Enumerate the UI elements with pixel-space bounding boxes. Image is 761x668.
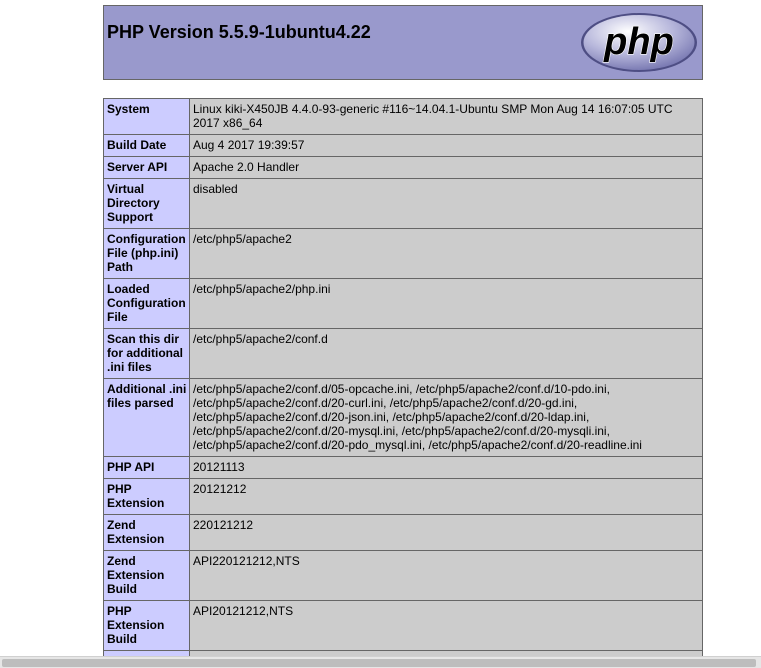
- horizontal-scrollbar[interactable]: [0, 656, 761, 668]
- row-label: PHP Extension: [103, 478, 190, 515]
- table-row: Additional .ini files parsed/etc/php5/ap…: [103, 378, 703, 457]
- table-row: PHP API 20121113: [103, 456, 703, 479]
- table-row: System Linux kiki-X450JB 4.4.0-93-generic…: [103, 98, 703, 135]
- row-label: Virtual Directory Support: [103, 178, 190, 229]
- php-version-header: PHP Version 5.5.9-1ubuntu4.22 php: [103, 5, 703, 80]
- row-value: Aug 4 2017 19:39:57: [189, 134, 703, 157]
- table-row: Server API Apache 2.0 Handler: [103, 156, 703, 179]
- row-label: Server API: [103, 156, 190, 179]
- row-value: 220121212: [189, 514, 703, 551]
- table-row: Zend Extension Build API220121212,NTS: [103, 550, 703, 601]
- page-title: PHP Version 5.5.9-1ubuntu4.22: [107, 22, 371, 42]
- table-row: Virtual Directory Support disabled: [103, 178, 703, 229]
- row-label: Zend Extension: [103, 514, 190, 551]
- row-value: Apache 2.0 Handler: [189, 156, 703, 179]
- table-row: Loaded Configuration File/etc/php5/apach…: [103, 278, 703, 329]
- table-row: Zend Extension 220121212: [103, 514, 703, 551]
- row-label: Scan this dir for additional .ini files: [103, 328, 190, 379]
- row-label: Zend Extension Build: [103, 550, 190, 601]
- row-value: API20121212,NTS: [189, 600, 703, 651]
- row-label: PHP Extension Build: [103, 600, 190, 651]
- table-row: Build Date Aug 4 2017 19:39:57: [103, 134, 703, 157]
- row-label: Configuration File (php.ini) Path: [103, 228, 190, 279]
- php-logo-icon[interactable]: php: [580, 12, 698, 73]
- row-label: Build Date: [103, 134, 190, 157]
- table-row: PHP Extension Build API20121212,NTS: [103, 600, 703, 651]
- page-viewport: PHP Version 5.5.9-1ubuntu4.22 php System…: [0, 0, 761, 668]
- php-logo-text: php: [603, 21, 674, 63]
- row-value: /etc/php5/apache2/conf.d/05-opcache.ini,…: [189, 378, 703, 457]
- scrollbar-thumb[interactable]: [2, 659, 756, 667]
- row-value: disabled: [189, 178, 703, 229]
- info-table: System Linux kiki-X450JB 4.4.0-93-generic…: [103, 98, 703, 668]
- table-row: PHP Extension 20121212: [103, 478, 703, 515]
- table-row: Scan this dir for additional .ini files /…: [103, 328, 703, 379]
- table-row: Configuration File (php.ini) Path/etc/ph…: [103, 228, 703, 279]
- row-value: 20121212: [189, 478, 703, 515]
- row-value: API220121212,NTS: [189, 550, 703, 601]
- row-value: Linux kiki-X450JB 4.4.0-93-generic #116~…: [189, 98, 703, 135]
- row-value: 20121113: [189, 456, 703, 479]
- row-label: Loaded Configuration File: [103, 278, 190, 329]
- row-label: PHP API: [103, 456, 190, 479]
- row-value: /etc/php5/apache2: [189, 228, 703, 279]
- row-label: Additional .ini files parsed: [103, 378, 190, 457]
- row-value: /etc/php5/apache2/php.ini: [189, 278, 703, 329]
- row-value: /etc/php5/apache2/conf.d: [189, 328, 703, 379]
- row-label: System: [103, 98, 190, 135]
